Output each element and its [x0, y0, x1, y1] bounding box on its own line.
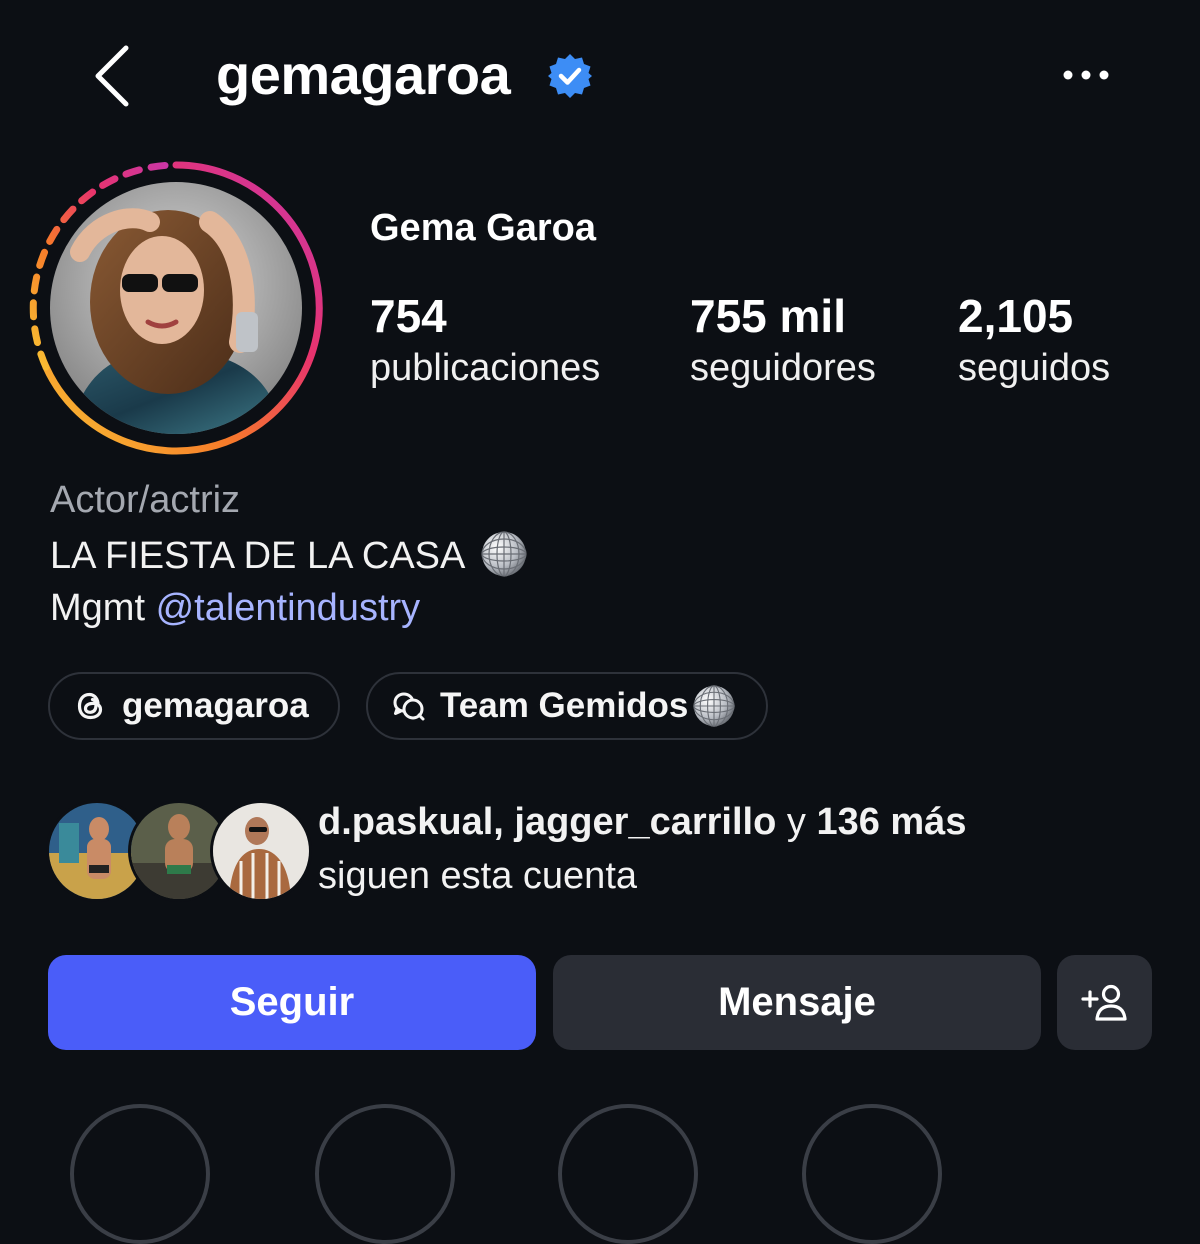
story-highlight[interactable] [70, 1104, 210, 1244]
add-person-icon [1080, 984, 1127, 1021]
channel-chip-label: Team Gemidos [440, 686, 689, 725]
stat-following-label: seguidos [958, 347, 1111, 389]
mutual-followers-connector: y [786, 801, 806, 843]
profile-full-name: Gema Garoa [370, 207, 596, 249]
threads-chip-label: gemagaroa [122, 686, 309, 725]
avatar [210, 800, 312, 902]
bio-line: LA FIESTA DE LA CASA [50, 530, 528, 580]
stat-posts-value: 754 [370, 290, 447, 342]
stat-following[interactable]: 2,105 seguidos [958, 288, 1110, 392]
bio-mgmt-prefix: Mgmt [50, 587, 145, 629]
stat-followers-value: 755 mil [690, 290, 846, 342]
more-horizontal-icon [1063, 70, 1109, 80]
mutual-followers-suffix: siguen esta cuenta [318, 855, 638, 897]
disco-ball-icon [481, 531, 527, 577]
stat-followers[interactable]: 755 mil seguidores [690, 288, 876, 392]
threads-profile-chip[interactable]: gemagaroa [48, 672, 340, 740]
chevron-left-icon [95, 45, 129, 107]
chat-bubbles-icon [393, 692, 425, 721]
profile-photo [50, 182, 302, 434]
bio-text: LA FIESTA DE LA CASA [50, 535, 464, 577]
message-button[interactable]: Mensaje [553, 955, 1041, 1050]
verified-badge-icon [548, 54, 592, 98]
threads-icon [77, 692, 103, 720]
bio-mention-link[interactable]: @talentindustry [156, 587, 421, 629]
stat-posts: 754 publicaciones [370, 288, 600, 392]
profile-avatar[interactable] [26, 158, 326, 458]
stat-followers-label: seguidores [690, 347, 876, 389]
story-highlight[interactable] [558, 1104, 698, 1244]
mutual-followers-text[interactable]: d.paskual, jagger_carrillo y 136 más [318, 798, 966, 846]
mutual-followers-more: 136 más [816, 801, 967, 843]
mutual-followers-avatars[interactable] [46, 800, 312, 902]
page-title-username: gemagaroa [216, 43, 511, 106]
profile-category: Actor/actriz [50, 479, 241, 521]
stat-following-value: 2,105 [958, 290, 1074, 342]
stat-posts-label: publicaciones [370, 347, 601, 389]
suggest-people-button[interactable] [1057, 955, 1152, 1050]
back-button[interactable] [90, 42, 140, 108]
mutual-followers-names: d.paskual, jagger_carrillo [318, 801, 777, 843]
follow-button[interactable]: Seguir [48, 955, 536, 1050]
disco-ball-icon [693, 685, 736, 727]
channel-chip[interactable]: Team Gemidos [366, 672, 768, 740]
story-highlight[interactable] [802, 1104, 942, 1244]
bio-management-line: Mgmt @talentindustry [50, 584, 420, 632]
more-options-button[interactable] [1060, 58, 1112, 92]
story-highlight[interactable] [315, 1104, 455, 1244]
